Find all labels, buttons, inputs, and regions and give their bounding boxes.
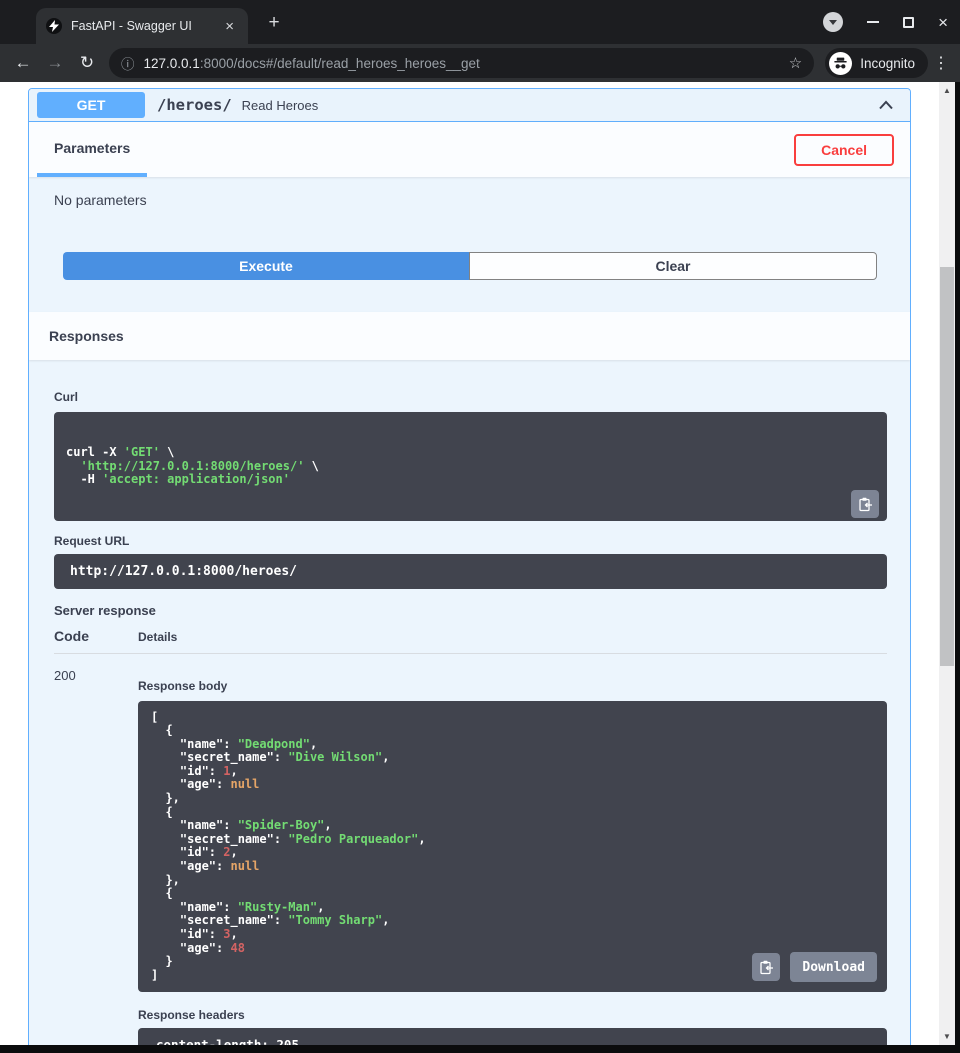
curl-label: Curl (54, 390, 887, 404)
url-host: 127.0.0.1 (144, 56, 200, 71)
page-scrollbar[interactable]: ▲ ▼ (939, 82, 955, 1045)
response-headers-code: content-length: 205 content-type: applic… (138, 1028, 887, 1045)
cancel-button[interactable]: Cancel (794, 134, 894, 166)
browser-toolbar: ← → ↻ ⓘ 127.0.0.1:8000/docs#/default/rea… (0, 44, 960, 82)
maximize-button[interactable] (903, 17, 914, 28)
scroll-down-icon[interactable]: ▼ (939, 1032, 955, 1041)
browser-tab[interactable]: FastAPI - Swagger UI × (36, 8, 248, 44)
response-row-200: 200 Response body [ { "name": "Deadpond"… (54, 654, 887, 1046)
page-viewport: GET /heroes/ Read Heroes Parameters Canc… (0, 82, 955, 1045)
response-body-controls: Download (752, 952, 877, 982)
response-table-header: Code Details (54, 628, 887, 654)
chrome-extra-button[interactable] (823, 12, 843, 32)
scroll-up-icon[interactable]: ▲ (939, 86, 955, 95)
tab-close-icon[interactable]: × (221, 17, 238, 36)
parameters-header: Parameters Cancel (29, 122, 910, 177)
site-info-icon[interactable]: ⓘ (121, 53, 135, 73)
clear-button[interactable]: Clear (469, 252, 877, 280)
request-url-value: http://127.0.0.1:8000/heroes/ (54, 554, 887, 589)
reload-icon[interactable]: ↻ (72, 48, 102, 78)
browser-menu-icon[interactable]: ⋮ (930, 53, 952, 73)
response-details-cell: Response body [ { "name": "Deadpond", "s… (138, 668, 887, 1046)
swagger-content: GET /heroes/ Read Heroes Parameters Canc… (0, 82, 939, 1045)
tab-parameters[interactable]: Parameters (37, 122, 147, 177)
copy-response-button[interactable] (752, 953, 780, 981)
incognito-badge: Incognito (825, 48, 928, 78)
server-response-label: Server response (54, 603, 887, 618)
minimize-button[interactable] (867, 21, 879, 23)
endpoint-path: /heroes/ (157, 96, 232, 114)
details-column-header: Details (138, 630, 887, 644)
request-url-label: Request URL (54, 534, 887, 548)
url-bar[interactable]: ⓘ 127.0.0.1:8000/docs#/default/read_hero… (109, 48, 814, 78)
incognito-icon (829, 52, 852, 75)
download-button[interactable]: Download (790, 952, 877, 982)
code-column-header: Code (54, 628, 138, 644)
response-headers-label: Response headers (138, 1008, 887, 1022)
browser-titlebar: FastAPI - Swagger UI × + × (0, 0, 960, 44)
execute-row: Execute Clear (63, 252, 877, 280)
fastapi-favicon-icon (46, 18, 62, 34)
responses-title: Responses (49, 328, 124, 344)
window-close-button[interactable]: × (938, 14, 948, 31)
status-code: 200 (54, 668, 138, 1046)
method-badge: GET (37, 92, 145, 118)
response-body-code: [ { "name": "Deadpond", "secret_name": "… (138, 701, 887, 993)
copy-curl-button[interactable] (851, 490, 879, 518)
incognito-label: Incognito (860, 56, 915, 71)
no-parameters-text: No parameters (54, 192, 885, 208)
opblock-header[interactable]: GET /heroes/ Read Heroes (29, 89, 910, 122)
new-tab-button[interactable]: + (262, 11, 286, 35)
endpoint-summary: Read Heroes (242, 98, 319, 113)
caret-down-icon (829, 20, 837, 25)
tab-title: FastAPI - Swagger UI (71, 19, 212, 33)
scrollbar-thumb[interactable] (940, 267, 954, 666)
responses-header: Responses (29, 312, 910, 360)
url-text[interactable]: 127.0.0.1:8000/docs#/default/read_heroes… (144, 56, 780, 71)
forward-icon[interactable]: → (40, 48, 70, 78)
curl-code: curl -X 'GET' \ 'http://127.0.0.1:8000/h… (54, 412, 887, 521)
response-body-label: Response body (138, 679, 887, 693)
opblock-get-heroes: GET /heroes/ Read Heroes Parameters Canc… (28, 88, 911, 1045)
url-path: :8000/docs#/default/read_heroes_heroes__… (200, 56, 480, 71)
responses-body: Curl curl -X 'GET' \ 'http://127.0.0.1:8… (29, 360, 910, 1045)
back-icon[interactable]: ← (8, 48, 38, 78)
browser-window: FastAPI - Swagger UI × + × ← → ↻ ⓘ 127.0… (0, 0, 960, 1053)
bookmark-star-icon[interactable]: ☆ (789, 54, 802, 72)
execute-button[interactable]: Execute (63, 252, 469, 280)
parameters-body: No parameters Execute Clear (29, 177, 910, 312)
collapse-chevron-icon[interactable] (878, 100, 894, 110)
